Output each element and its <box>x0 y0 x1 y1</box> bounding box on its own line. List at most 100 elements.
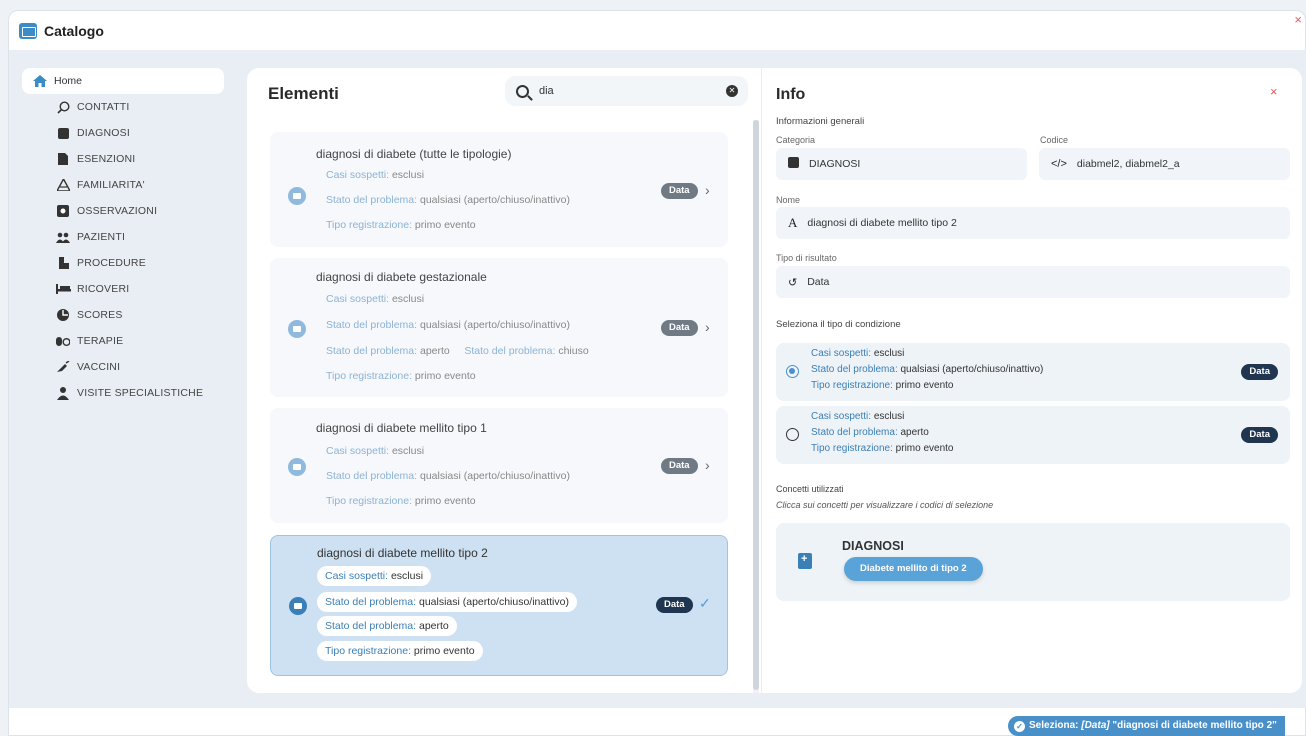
card-key: Stato del problema: <box>326 470 418 482</box>
option-value: primo evento <box>895 443 954 454</box>
sidebar-item-label: Home <box>54 75 83 87</box>
close-info-icon[interactable]: × <box>1270 84 1278 99</box>
elements-title: Elementi <box>268 84 339 103</box>
scrollbar-thumb[interactable] <box>753 120 759 690</box>
card-value: qualsiasi (aperto/chiuso/inattivo) <box>418 596 569 608</box>
card-line: Tipo registrazione: primo evento <box>326 219 476 231</box>
name-field: A diagnosi di diabete mellito tipo 2 <box>776 207 1290 239</box>
element-card-selected[interactable]: diagnosi di diabete mellito tipo 2 Casi … <box>270 535 728 676</box>
option-line: Casi sospetti: esclusi <box>811 348 904 359</box>
code-label: Codice <box>1040 135 1069 145</box>
card-key: Tipo registrazione: <box>325 645 411 657</box>
element-card[interactable]: diagnosi di diabete (tutte le tipologie)… <box>270 132 728 247</box>
card-value: primo evento <box>413 645 475 657</box>
option-key: Stato del problema: <box>811 427 898 438</box>
window-close-icon[interactable]: × <box>1294 12 1302 27</box>
search-icon <box>55 100 71 114</box>
sidebar-item-label: PAZIENTI <box>77 231 126 243</box>
radio-selected[interactable] <box>786 365 799 378</box>
sidebar-item-label: PROCEDURE <box>77 257 146 269</box>
card-line: Stato del problema: qualsiasi (aperto/ch… <box>326 319 570 331</box>
chevron-right-icon[interactable]: › <box>705 182 710 198</box>
sidebar-item-procedure[interactable]: PROCEDURE <box>22 250 225 276</box>
sidebar-item-label: FAMILIARITA' <box>77 179 145 191</box>
card-line: Stato del problema: aperto Stato del pro… <box>326 345 589 357</box>
sidebar-item-visite-specialistiche[interactable]: VISITE SPECIALISTICHE <box>22 380 225 406</box>
card-title: diagnosi di diabete gestazionale <box>316 270 487 284</box>
search-box[interactable]: ✕ <box>505 76 748 106</box>
card-key: Stato del problema: <box>325 620 417 632</box>
sidebar-item-vaccini[interactable]: VACCINI <box>22 354 225 380</box>
condition-option[interactable]: Casi sospetti: esclusi Stato del problem… <box>776 343 1290 401</box>
clear-search-icon[interactable]: ✕ <box>726 85 738 97</box>
sidebar-item-contatti[interactable]: CONTATTI <box>22 94 225 120</box>
card-line: Tipo registrazione: primo evento <box>326 370 476 382</box>
observation-icon <box>55 204 71 218</box>
card-key: Stato del problema: <box>326 345 418 357</box>
select-button[interactable]: ✓ Seleziona: [Data] "diagnosi di diabete… <box>1008 716 1285 736</box>
sidebar-item-terapie[interactable]: TERAPIE <box>22 328 225 354</box>
option-key: Tipo registrazione: <box>811 380 893 391</box>
option-value: qualsiasi (aperto/chiuso/inattivo) <box>900 364 1044 375</box>
card-key: Tipo registrazione: <box>326 495 412 507</box>
card-line: Casi sospetti: esclusi <box>326 293 424 305</box>
users-icon <box>55 230 71 244</box>
sidebar-item-label: RICOVERI <box>77 283 130 295</box>
card-title: diagnosi di diabete (tutte le tipologie) <box>316 147 512 161</box>
condition-pill: Stato del problema: qualsiasi (aperto/ch… <box>317 592 577 612</box>
card-title: diagnosi di diabete mellito tipo 1 <box>316 421 487 435</box>
card-key: Tipo registrazione: <box>326 219 412 231</box>
card-title: diagnosi di diabete mellito tipo 2 <box>317 546 488 560</box>
card-value: primo evento <box>414 370 476 382</box>
search-input[interactable] <box>539 85 699 97</box>
card-value: chiuso <box>558 345 589 357</box>
sidebar-item-label: SCORES <box>77 309 123 321</box>
element-card[interactable]: diagnosi di diabete gestazionale Casi so… <box>270 258 728 397</box>
card-value: esclusi <box>391 445 425 457</box>
condition-option[interactable]: Casi sospetti: esclusi Stato del problem… <box>776 406 1290 464</box>
sidebar-item-home[interactable]: Home <box>22 68 224 94</box>
select-type: [Data] <box>1081 720 1110 731</box>
category-field: DIAGNOSI <box>776 148 1027 180</box>
sidebar-item-osservazioni[interactable]: OSSERVAZIONI <box>22 198 225 224</box>
info-title: Info <box>776 86 806 103</box>
chevron-right-icon[interactable]: › <box>705 457 710 473</box>
option-value: aperto <box>900 427 929 438</box>
procedure-icon <box>55 256 71 270</box>
catalog-icon <box>19 22 37 39</box>
medical-kit-icon <box>788 157 799 171</box>
card-value: primo evento <box>414 495 476 507</box>
sidebar-item-scores[interactable]: SCORES <box>22 302 225 328</box>
search-icon <box>516 84 529 98</box>
select-prefix: Seleziona: <box>1029 720 1079 731</box>
code-icon: </> <box>1051 158 1067 170</box>
medical-kit-icon <box>798 553 812 569</box>
card-key: Casi sospetti: <box>325 570 389 582</box>
sidebar-item-esenzioni[interactable]: ESENZIONI <box>22 146 225 172</box>
undo-icon: ↺ <box>788 276 798 289</box>
check-icon: ✓ <box>699 595 711 611</box>
radio-unselected[interactable] <box>786 428 799 441</box>
category-label: Categoria <box>776 135 816 145</box>
element-card[interactable]: diagnosi di diabete mellito tipo 1 Casi … <box>270 408 728 523</box>
sidebar-item-label: ESENZIONI <box>77 153 136 165</box>
concepts-box: DIAGNOSI Diabete mellito di tipo 2 <box>776 523 1290 601</box>
title-bar: Catalogo <box>8 10 1306 50</box>
sidebar-item-diagnosi[interactable]: DIAGNOSI <box>22 120 225 146</box>
sidebar-item-familiarita[interactable]: FAMILIARITA' <box>22 172 225 198</box>
type-badge: Data <box>661 320 698 336</box>
result-type-label: Tipo di risultato <box>776 253 837 263</box>
result-type-field: ↺ Data <box>776 266 1290 298</box>
condition-type-label: Seleziona il tipo di condizione <box>776 319 901 330</box>
option-key: Casi sospetti: <box>811 411 872 422</box>
card-value: esclusi <box>390 570 424 582</box>
sidebar-item-pazienti[interactable]: PAZIENTI <box>22 224 225 250</box>
sidebar-item-ricoveri[interactable]: RICOVERI <box>22 276 225 302</box>
check-circle-icon: ✓ <box>1014 720 1025 732</box>
card-key: Casi sospetti: <box>326 169 390 181</box>
result-type-value: Data <box>807 276 830 288</box>
select-value: "diagnosi di diabete mellito tipo 2" <box>1112 720 1277 731</box>
concept-button[interactable]: Diabete mellito di tipo 2 <box>844 557 983 581</box>
chevron-right-icon[interactable]: › <box>705 319 710 335</box>
category-value: DIAGNOSI <box>809 158 861 170</box>
